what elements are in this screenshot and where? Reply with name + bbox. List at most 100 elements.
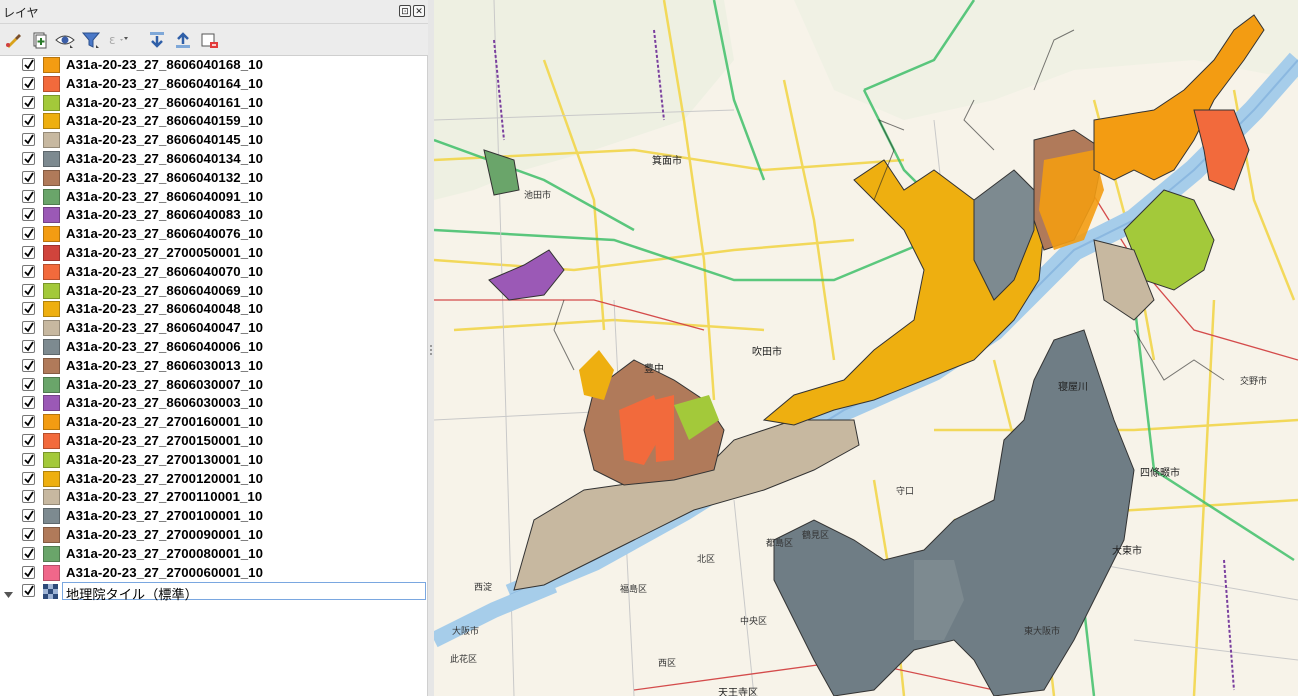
raster-tile-icon [43,584,58,600]
map-label-daito: 大東市 [1112,546,1142,557]
layer-name: A31a-20-23_27_2700120001_10 [66,470,264,486]
map-label-chuo: 中央区 [740,616,768,626]
layer-visibility-checkbox[interactable] [22,358,35,372]
layer-visibility-checkbox[interactable] [22,471,35,485]
map-label-konohana: 此花区 [450,654,478,664]
layer-visibility-checkbox[interactable] [22,527,35,541]
layer-color-swatch [43,470,60,487]
layer-visibility-checkbox[interactable] [22,565,35,579]
layer-row[interactable]: A31a-20-23_27_8606040047_10 [0,319,426,338]
layer-row[interactable]: A31a-20-23_27_2700050001_10 [0,244,426,263]
layer-visibility-checkbox[interactable] [22,321,35,335]
layer-name: A31a-20-23_27_8606040083_10 [66,207,264,223]
layer-visibility-checkbox[interactable] [22,189,35,203]
visibility-eye-icon[interactable] [54,29,76,51]
layer-visibility-checkbox[interactable] [22,114,35,128]
layer-visibility-checkbox[interactable] [22,452,35,466]
layer-visibility-checkbox[interactable] [22,490,35,504]
layer-row[interactable]: A31a-20-23_27_8606030003_10 [0,394,426,413]
layer-row[interactable]: A31a-20-23_27_8606040048_10 [0,300,426,319]
layer-row[interactable]: A31a-20-23_27_8606040145_10 [0,131,426,150]
layer-name: A31a-20-23_27_2700160001_10 [66,414,264,430]
layer-row[interactable]: A31a-20-23_27_2700080001_10 [0,545,426,564]
close-panel-button[interactable]: ✕ [413,5,425,17]
layer-name: A31a-20-23_27_8606040091_10 [66,188,264,204]
layer-name: A31a-20-23_27_8606040047_10 [66,320,264,336]
layer-visibility-checkbox[interactable] [22,546,35,560]
map-label-kita: 北区 [697,554,716,564]
remove-layer-icon[interactable] [198,29,220,51]
layer-visibility-checkbox[interactable] [22,133,35,147]
layer-visibility-checkbox[interactable] [22,227,35,241]
layer-visibility-checkbox[interactable] [22,584,35,598]
layer-row[interactable]: A31a-20-23_27_8606040132_10 [0,169,426,188]
layer-row[interactable]: A31a-20-23_27_2700100001_10 [0,507,426,526]
layer-row[interactable]: A31a-20-23_27_2700090001_10 [0,526,426,545]
layer-row[interactable]: A31a-20-23_27_8606040069_10 [0,282,426,301]
layer-name: A31a-20-23_27_2700130001_10 [66,451,264,467]
layer-color-swatch [43,376,60,393]
filter-expression-icon[interactable]: ε [106,29,128,51]
layer-row[interactable]: A31a-20-23_27_2700150001_10 [0,432,426,451]
layer-row[interactable]: A31a-20-23_27_2700120001_10 [0,470,426,489]
layer-row[interactable]: A31a-20-23_27_2700130001_10 [0,451,426,470]
layer-visibility-checkbox[interactable] [22,151,35,165]
layer-visibility-checkbox[interactable] [22,302,35,316]
expand-all-icon[interactable] [146,29,168,51]
map-canvas[interactable]: 箕面市 吹田市 豊中 寝屋川 四條畷市 大東市 東大阪市 天王寺区 中央区 北区… [434,0,1298,696]
layer-visibility-checkbox[interactable] [22,58,35,71]
layer-name: A31a-20-23_27_8606030013_10 [66,357,264,373]
layer-visibility-checkbox[interactable] [22,396,35,410]
layer-color-swatch [43,75,60,92]
layer-visibility-checkbox[interactable] [22,95,35,109]
layer-row[interactable]: A31a-20-23_27_2700060001_10 [0,564,426,583]
layer-color-swatch [43,226,60,243]
layer-name: A31a-20-23_27_8606040070_10 [66,263,264,279]
layer-row[interactable]: A31a-20-23_27_8606040006_10 [0,338,426,357]
layer-rename-input[interactable]: 地理院タイル（標準） [62,582,426,603]
collapse-arrow-icon[interactable] [4,586,13,599]
layer-row[interactable]: A31a-20-23_27_2700110001_10 [0,488,426,507]
layer-row-basemap[interactable]: 地理院タイル（標準） [0,582,426,603]
layer-visibility-checkbox[interactable] [22,208,35,222]
layer-row[interactable]: A31a-20-23_27_8606030013_10 [0,357,426,376]
layer-visibility-checkbox[interactable] [22,245,35,259]
layer-visibility-checkbox[interactable] [22,170,35,184]
layer-visibility-checkbox[interactable] [22,509,35,523]
float-panel-button[interactable]: ⊡ [399,5,411,17]
layer-row[interactable]: A31a-20-23_27_8606040076_10 [0,225,426,244]
add-group-icon[interactable] [28,29,50,51]
layer-visibility-checkbox[interactable] [22,433,35,447]
layer-row[interactable]: A31a-20-23_27_2700160001_10 [0,413,426,432]
layer-visibility-checkbox[interactable] [22,283,35,297]
layer-visibility-checkbox[interactable] [22,264,35,278]
style-manager-icon[interactable] [3,29,25,51]
layer-name: A31a-20-23_27_8606040161_10 [66,94,264,110]
layer-row[interactable]: A31a-20-23_27_8606030007_10 [0,376,426,395]
map-label-osakashi: 大阪市 [452,626,480,636]
collapse-all-icon[interactable] [172,29,194,51]
layer-row[interactable]: A31a-20-23_27_8606040164_10 [0,75,426,94]
layer-row[interactable]: A31a-20-23_27_8606040091_10 [0,188,426,207]
layer-row[interactable]: A31a-20-23_27_8606040159_10 [0,112,426,131]
layer-row[interactable]: A31a-20-23_27_8606040161_10 [0,94,426,113]
splitter-handle-icon [430,345,432,357]
layer-name: A31a-20-23_27_8606040076_10 [66,226,264,242]
map-label-ikeda: 池田市 [524,190,552,200]
layer-row[interactable]: A31a-20-23_27_8606040168_10 [0,56,426,75]
map-label-toyonaka: 豊中 [644,364,664,375]
layer-name: A31a-20-23_27_2700110001_10 [66,489,263,505]
layer-visibility-checkbox[interactable] [22,415,35,429]
layer-color-swatch [43,526,60,543]
layer-row[interactable]: A31a-20-23_27_8606040070_10 [0,263,426,282]
layer-name: A31a-20-23_27_8606040006_10 [66,338,264,354]
layer-visibility-checkbox[interactable] [22,339,35,353]
layer-visibility-checkbox[interactable] [22,377,35,391]
filter-legend-icon[interactable] [80,29,102,51]
layers-panel: レイヤ ⊡ ✕ ε A31a-20-23_27_8606040168_10 A31… [0,0,428,696]
layer-row[interactable]: A31a-20-23_27_8606040083_10 [0,206,426,225]
map-label-fukushima: 福島区 [620,584,648,594]
layer-row[interactable]: A31a-20-23_27_8606040134_10 [0,150,426,169]
layer-name: 地理院タイル（標準） [66,587,198,603]
layer-visibility-checkbox[interactable] [22,76,35,90]
